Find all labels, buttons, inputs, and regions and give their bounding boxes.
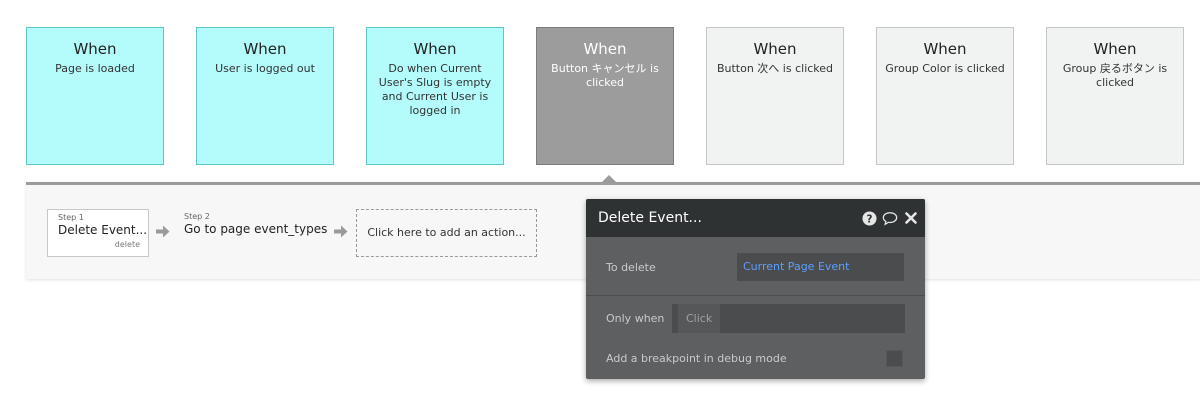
comment-bubble-icon[interactable] bbox=[882, 210, 898, 226]
event-when-label: When bbox=[1093, 40, 1137, 58]
breakpoint-checkbox[interactable] bbox=[886, 350, 903, 367]
to-delete-value: Current Page Event bbox=[743, 260, 850, 273]
event-card-button-cancel-selected[interactable]: When Button キャンセル is clicked bbox=[536, 27, 674, 165]
event-when-label: When bbox=[73, 40, 117, 58]
event-description: Button キャンセル is clicked bbox=[551, 62, 659, 89]
event-card-do-when-condition[interactable]: When Do when Current User's Slug is empt… bbox=[366, 27, 504, 165]
step-number: Step 2 bbox=[184, 212, 210, 221]
close-icon[interactable] bbox=[903, 210, 919, 226]
step-subtitle: delete bbox=[114, 240, 140, 249]
event-description: Button 次へ is clicked bbox=[716, 62, 834, 75]
step-number: Step 1 bbox=[58, 213, 84, 222]
panel-header: Delete Event... ? bbox=[586, 199, 925, 237]
panel-divider bbox=[586, 295, 925, 296]
arrow-right-icon bbox=[156, 225, 172, 239]
step-name: Delete Event... bbox=[58, 223, 148, 237]
workflow-step-1[interactable]: Step 1 Delete Event... delete bbox=[47, 209, 149, 257]
help-circle-icon[interactable]: ? bbox=[861, 210, 877, 226]
breakpoint-label: Add a breakpoint in debug mode bbox=[606, 352, 787, 365]
event-when-label: When bbox=[753, 40, 797, 58]
event-when-label: When bbox=[583, 40, 627, 58]
delete-event-property-panel: Delete Event... ? To delete Current Page… bbox=[586, 199, 925, 379]
add-action-button[interactable]: Click here to add an action... bbox=[356, 209, 537, 257]
event-when-label: When bbox=[413, 40, 457, 58]
only-when-placeholder: Click bbox=[678, 304, 721, 333]
arrow-right-icon bbox=[334, 225, 350, 239]
event-cards-row: When Page is loaded When User is logged … bbox=[26, 27, 1200, 167]
to-delete-field[interactable]: Current Page Event bbox=[737, 253, 904, 281]
event-card-group-color[interactable]: When Group Color is clicked bbox=[876, 27, 1014, 165]
event-description: Group Color is clicked bbox=[885, 62, 1005, 75]
event-card-group-back-button[interactable]: When Group 戻るボタン is clicked bbox=[1046, 27, 1184, 165]
event-when-label: When bbox=[923, 40, 967, 58]
event-card-user-logged-out[interactable]: When User is logged out bbox=[196, 27, 334, 165]
svg-text:?: ? bbox=[866, 213, 872, 225]
to-delete-label: To delete bbox=[606, 261, 656, 274]
event-when-label: When bbox=[243, 40, 287, 58]
event-description: Page is loaded bbox=[55, 62, 135, 75]
event-description: Group 戻るボタン is clicked bbox=[1062, 62, 1168, 89]
step-name: Go to page event_types bbox=[184, 222, 328, 236]
panel-title: Delete Event... bbox=[598, 210, 702, 226]
workflow-step-2[interactable]: Step 2 Go to page event_types bbox=[184, 209, 334, 257]
event-description: User is logged out bbox=[215, 62, 315, 75]
event-card-page-loaded[interactable]: When Page is loaded bbox=[26, 27, 164, 165]
only-when-input[interactable]: Click bbox=[672, 304, 905, 333]
panel-header-icons: ? bbox=[861, 209, 919, 227]
event-description: Do when Current User's Slug is empty and… bbox=[378, 62, 492, 117]
only-when-label: Only when bbox=[606, 312, 665, 325]
event-card-button-next[interactable]: When Button 次へ is clicked bbox=[706, 27, 844, 165]
